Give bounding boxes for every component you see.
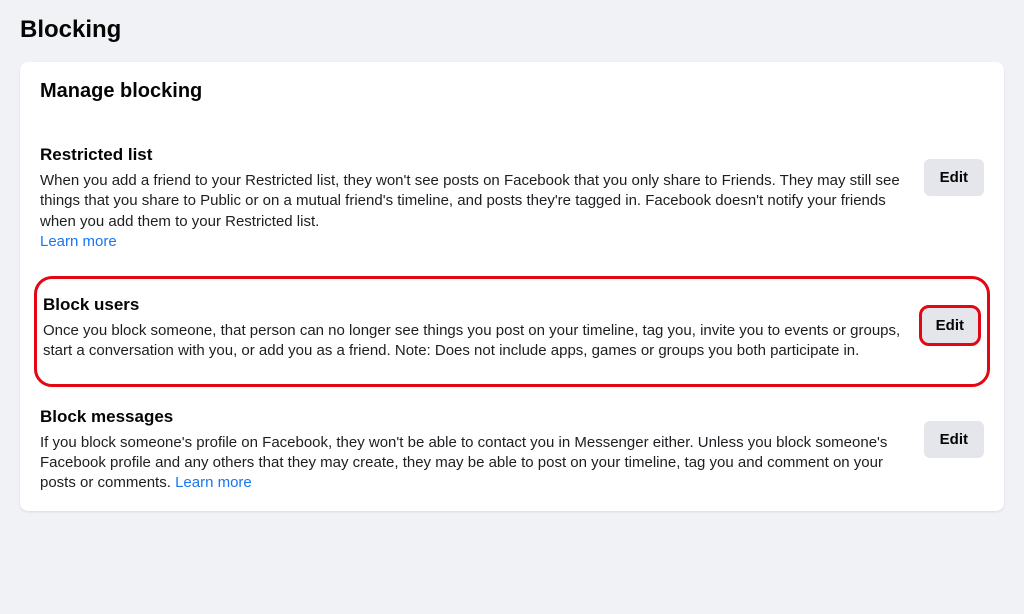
- page-title: Blocking: [0, 0, 1024, 62]
- section-desc-block-users: Once you block someone, that person can …: [43, 321, 901, 362]
- section-block-messages: Block messages If you block someone's pr…: [40, 393, 984, 512]
- card-title: Manage blocking: [40, 80, 984, 103]
- edit-button-block-users[interactable]: Edit: [919, 305, 981, 346]
- section-block-users: Block users Once you block someone, that…: [43, 279, 981, 384]
- section-title-block-messages: Block messages: [40, 407, 906, 427]
- section-desc-restricted: When you add a friend to your Restricted…: [40, 171, 906, 252]
- restricted-desc-text: When you add a friend to your Restricted…: [40, 172, 900, 230]
- block-messages-desc-text: If you block someone's profile on Facebo…: [40, 434, 887, 492]
- edit-button-block-messages[interactable]: Edit: [924, 421, 984, 458]
- section-title-block-users: Block users: [43, 295, 901, 315]
- learn-more-link-block-messages[interactable]: Learn more: [175, 474, 252, 491]
- learn-more-link-restricted[interactable]: Learn more: [40, 233, 117, 250]
- section-text: Block users Once you block someone, that…: [43, 295, 901, 362]
- section-text: Restricted list When you add a friend to…: [40, 145, 906, 252]
- section-title-restricted: Restricted list: [40, 145, 906, 165]
- manage-blocking-card: Manage blocking Restricted list When you…: [20, 62, 1004, 511]
- section-restricted: Restricted list When you add a friend to…: [40, 131, 984, 270]
- section-desc-block-messages: If you block someone's profile on Facebo…: [40, 433, 906, 494]
- highlight-block-users: Block users Once you block someone, that…: [34, 276, 990, 387]
- edit-button-restricted[interactable]: Edit: [924, 159, 984, 196]
- section-text: Block messages If you block someone's pr…: [40, 407, 906, 494]
